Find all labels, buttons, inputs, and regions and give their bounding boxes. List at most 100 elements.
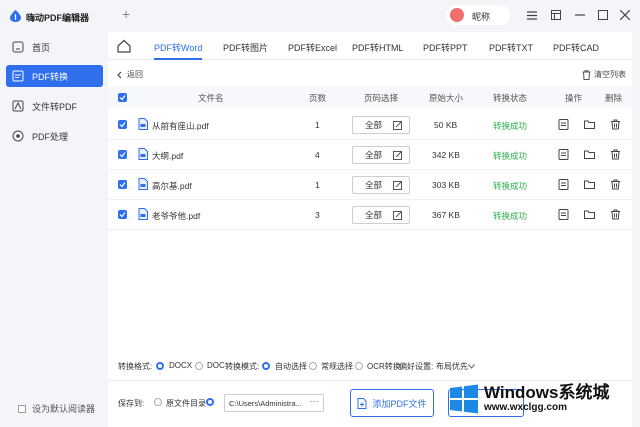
- row-size: 367 KB: [432, 210, 460, 220]
- normal-radio[interactable]: [309, 362, 317, 370]
- default-reader-option[interactable]: 设为默认阅读器: [18, 402, 95, 415]
- page-select-dropdown[interactable]: 全部: [352, 116, 410, 134]
- chevron-left-icon: [117, 71, 122, 78]
- tab-pdf-to-excel[interactable]: PDF转Excel: [288, 41, 337, 54]
- auto-radio[interactable]: [262, 362, 270, 370]
- open-file-icon[interactable]: [558, 209, 569, 220]
- folder-icon[interactable]: [584, 119, 595, 130]
- tab-pdf-to-txt[interactable]: PDF转TXT: [489, 41, 533, 54]
- header-page-select: 页码选择: [364, 93, 399, 103]
- file-to-pdf-icon: [12, 100, 24, 112]
- menu-icon: [527, 10, 537, 20]
- row-size: 50 KB: [434, 120, 458, 130]
- windows-logo-icon: [450, 384, 478, 414]
- convert-icon: [12, 70, 24, 82]
- delete-icon[interactable]: [610, 119, 621, 130]
- ocr-label[interactable]: OCR转换: [367, 361, 401, 372]
- watermark: Windows系统城 www.wxclgg.com: [448, 384, 609, 414]
- row-filename: 大纲.pdf: [152, 151, 184, 161]
- sidebar-item-label: 文件转PDF: [32, 101, 78, 112]
- row-size: 303 KB: [432, 180, 460, 190]
- home-icon: [12, 41, 24, 53]
- open-file-icon[interactable]: [558, 149, 569, 160]
- trash-icon: [582, 69, 591, 80]
- divider: [108, 380, 632, 381]
- app-window: 嗨动PDF编辑器 + 昵称 首页 PDF转换 文件转PDF PDF处理 设为默认…: [0, 0, 640, 427]
- row-checkbox[interactable]: [118, 120, 127, 129]
- source-dir-label[interactable]: 原文件目录: [166, 398, 206, 409]
- tab-pdf-to-html[interactable]: PDF转HTML: [352, 41, 404, 54]
- maximize-icon: [598, 10, 608, 20]
- folder-icon[interactable]: [584, 149, 595, 160]
- sidebar-item-label: 首页: [32, 42, 51, 53]
- page-select-value: 全部: [365, 210, 383, 220]
- tab-pdf-to-cad[interactable]: PDF转CAD: [553, 41, 599, 54]
- delete-icon[interactable]: [610, 149, 621, 160]
- docx-label[interactable]: DOCX: [169, 361, 192, 370]
- sidebar-item-pdf-convert[interactable]: PDF转换: [6, 65, 103, 87]
- browse-button[interactable]: ···: [304, 394, 324, 412]
- maximize-button[interactable]: [595, 7, 611, 23]
- table-row: 高尔基.pdf 1 全部 303 KB 转换成功: [108, 170, 632, 200]
- open-file-icon[interactable]: [558, 179, 569, 190]
- sidebar-item-file-to-pdf[interactable]: 文件转PDF: [6, 95, 103, 117]
- row-status: 转换成功: [493, 211, 528, 221]
- back-button[interactable]: 返回: [116, 69, 143, 80]
- page-select-dropdown[interactable]: 全部: [352, 146, 410, 164]
- clear-list-button[interactable]: 清空列表: [582, 69, 626, 80]
- avatar[interactable]: [450, 8, 464, 22]
- page-select-dropdown[interactable]: 全部: [352, 176, 410, 194]
- row-checkbox[interactable]: [118, 180, 127, 189]
- row-pages: 4: [315, 150, 320, 160]
- header-pages: 页数: [309, 93, 327, 103]
- doc-radio[interactable]: [195, 362, 203, 370]
- page-select-dropdown[interactable]: 全部: [352, 206, 410, 224]
- chevron-down-icon[interactable]: [468, 364, 475, 369]
- open-file-icon[interactable]: [558, 119, 569, 130]
- normal-label[interactable]: 常规选择: [321, 361, 353, 372]
- sidebar-item-label: PDF转换: [32, 71, 69, 82]
- folder-icon[interactable]: [584, 209, 595, 220]
- minimize-button[interactable]: [572, 7, 588, 23]
- doc-label[interactable]: DOC: [207, 361, 225, 370]
- delete-icon[interactable]: [610, 179, 621, 190]
- add-pdf-label: 添加PDF文件: [372, 398, 427, 409]
- row-filename: 从前有座山.pdf: [152, 121, 209, 131]
- pdf-file-icon: [138, 208, 148, 220]
- default-reader-checkbox[interactable]: [18, 404, 26, 413]
- sidebar-item-pdf-process[interactable]: PDF处理: [6, 125, 103, 147]
- skin-button[interactable]: [548, 7, 564, 23]
- docx-radio[interactable]: [156, 362, 164, 370]
- row-checkbox[interactable]: [118, 210, 127, 219]
- sidebar-item-home[interactable]: 首页: [6, 36, 103, 58]
- tab-bar: PDF转Word PDF转图片 PDF转Excel PDF转HTML PDF转P…: [108, 32, 632, 60]
- close-button[interactable]: [617, 7, 633, 23]
- process-icon: [12, 130, 24, 142]
- nickname[interactable]: 昵称: [472, 10, 490, 23]
- edit-icon: [393, 151, 402, 160]
- ocr-radio[interactable]: [355, 362, 363, 370]
- select-all-checkbox[interactable]: [118, 93, 127, 102]
- row-status: 转换成功: [493, 181, 528, 191]
- page-select-value: 全部: [365, 180, 383, 190]
- new-tab-button[interactable]: +: [122, 6, 130, 22]
- pref-select[interactable]: 布局优先: [436, 361, 468, 372]
- folder-icon[interactable]: [584, 179, 595, 190]
- delete-icon[interactable]: [610, 209, 621, 220]
- home-tab-icon[interactable]: [116, 38, 132, 54]
- source-dir-radio[interactable]: [154, 398, 162, 406]
- header-delete: 删除: [605, 93, 623, 103]
- custom-path-radio[interactable]: [206, 398, 214, 406]
- add-pdf-button[interactable]: 添加PDF文件: [350, 389, 434, 417]
- watermark-title: Windows系统城: [484, 383, 610, 402]
- auto-label[interactable]: 自动选择: [275, 361, 307, 372]
- save-label: 保存到:: [118, 399, 145, 408]
- header-filename: 文件名: [198, 93, 224, 103]
- edit-icon: [393, 121, 402, 130]
- tab-pdf-to-word[interactable]: PDF转Word: [154, 41, 202, 54]
- tab-pdf-to-image[interactable]: PDF转图片: [223, 41, 268, 54]
- tab-pdf-to-ppt[interactable]: PDF转PPT: [423, 41, 468, 54]
- menu-button[interactable]: [524, 7, 540, 23]
- row-checkbox[interactable]: [118, 150, 127, 159]
- row-status: 转换成功: [493, 121, 528, 131]
